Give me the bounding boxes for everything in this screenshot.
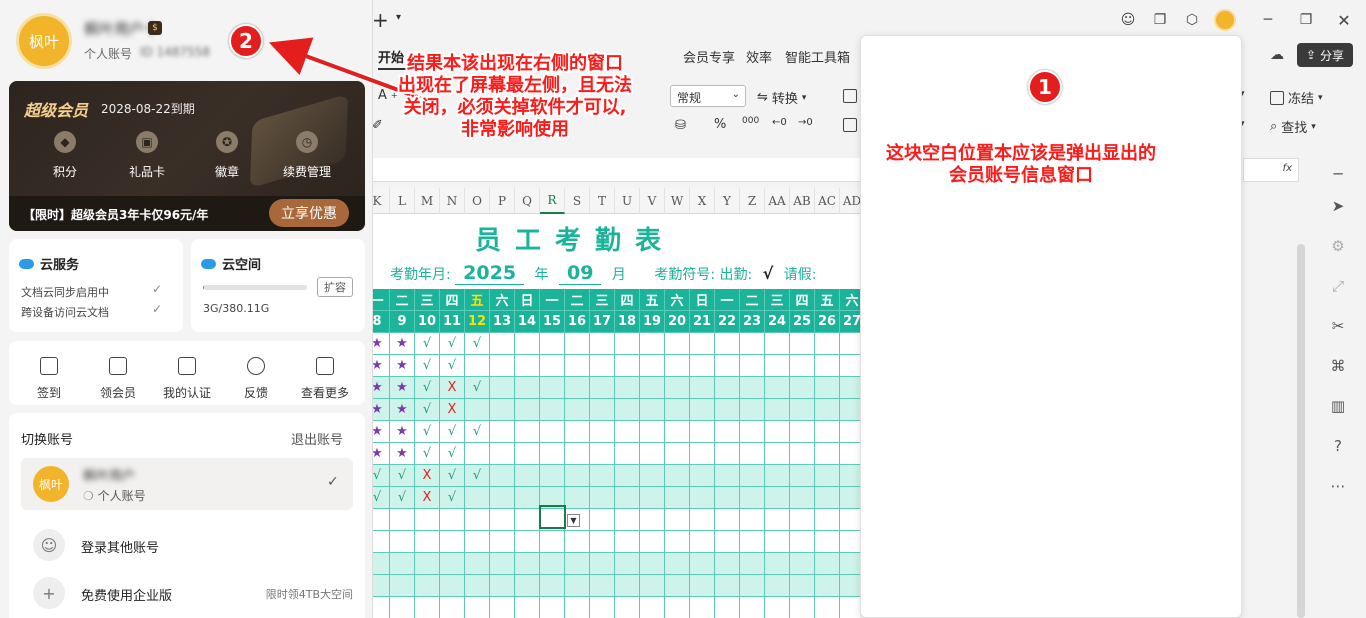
annotation-marker-2: 2 bbox=[229, 24, 263, 58]
annotation-text-line: 结果本该出现在右侧的窗口 bbox=[407, 53, 623, 74]
annotation-text-1: 这块空白位置本应该是弹出显出的 会员账号信息窗口 bbox=[886, 143, 1156, 187]
annotation-text-line: 出现在了屏幕最左侧，且无法 bbox=[398, 75, 632, 96]
annotation-text-line: 会员账号信息窗口 bbox=[949, 165, 1093, 186]
annotation-marker-1: 1 bbox=[1028, 70, 1062, 104]
annotation-text-line: 这块空白位置本应该是弹出显出的 bbox=[886, 143, 1156, 164]
annotation-text-line: 非常影响使用 bbox=[461, 119, 569, 140]
annotation-text-line: 关闭，必须关掉软件才可以, bbox=[403, 97, 627, 118]
annotation-arrow bbox=[268, 37, 422, 102]
annotation-text-2: 结果本该出现在右侧的窗口 出现在了屏幕最左侧，且无法 关闭，必须关掉软件才可以,… bbox=[398, 53, 632, 141]
